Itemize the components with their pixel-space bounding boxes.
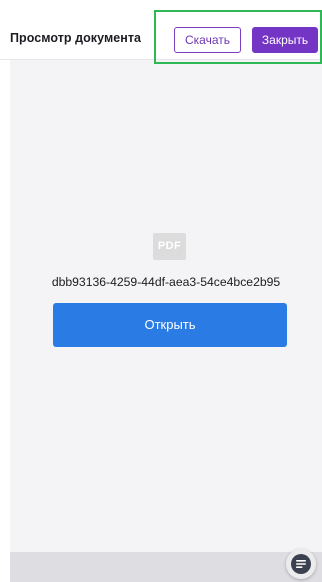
- page-title: Просмотр документа: [10, 31, 142, 45]
- document-viewer-page: Просмотр документа Скачать Закрыть PDF d…: [0, 0, 322, 582]
- document-preview-area: PDF dbb93136-4259-44df-aea3-54ce4bce2b95…: [10, 60, 322, 552]
- header-bar: Просмотр документа Скачать Закрыть: [0, 0, 322, 60]
- chat-icon: [291, 554, 311, 574]
- chat-button[interactable]: [286, 549, 316, 579]
- open-button[interactable]: Открыть: [53, 303, 287, 347]
- file-name: dbb93136-4259-44df-aea3-54ce4bce2b95: [51, 275, 281, 289]
- bottom-bar: [10, 552, 322, 582]
- pdf-file-icon: PDF: [153, 233, 186, 260]
- close-button[interactable]: Закрыть: [252, 27, 318, 53]
- download-button[interactable]: Скачать: [174, 27, 241, 53]
